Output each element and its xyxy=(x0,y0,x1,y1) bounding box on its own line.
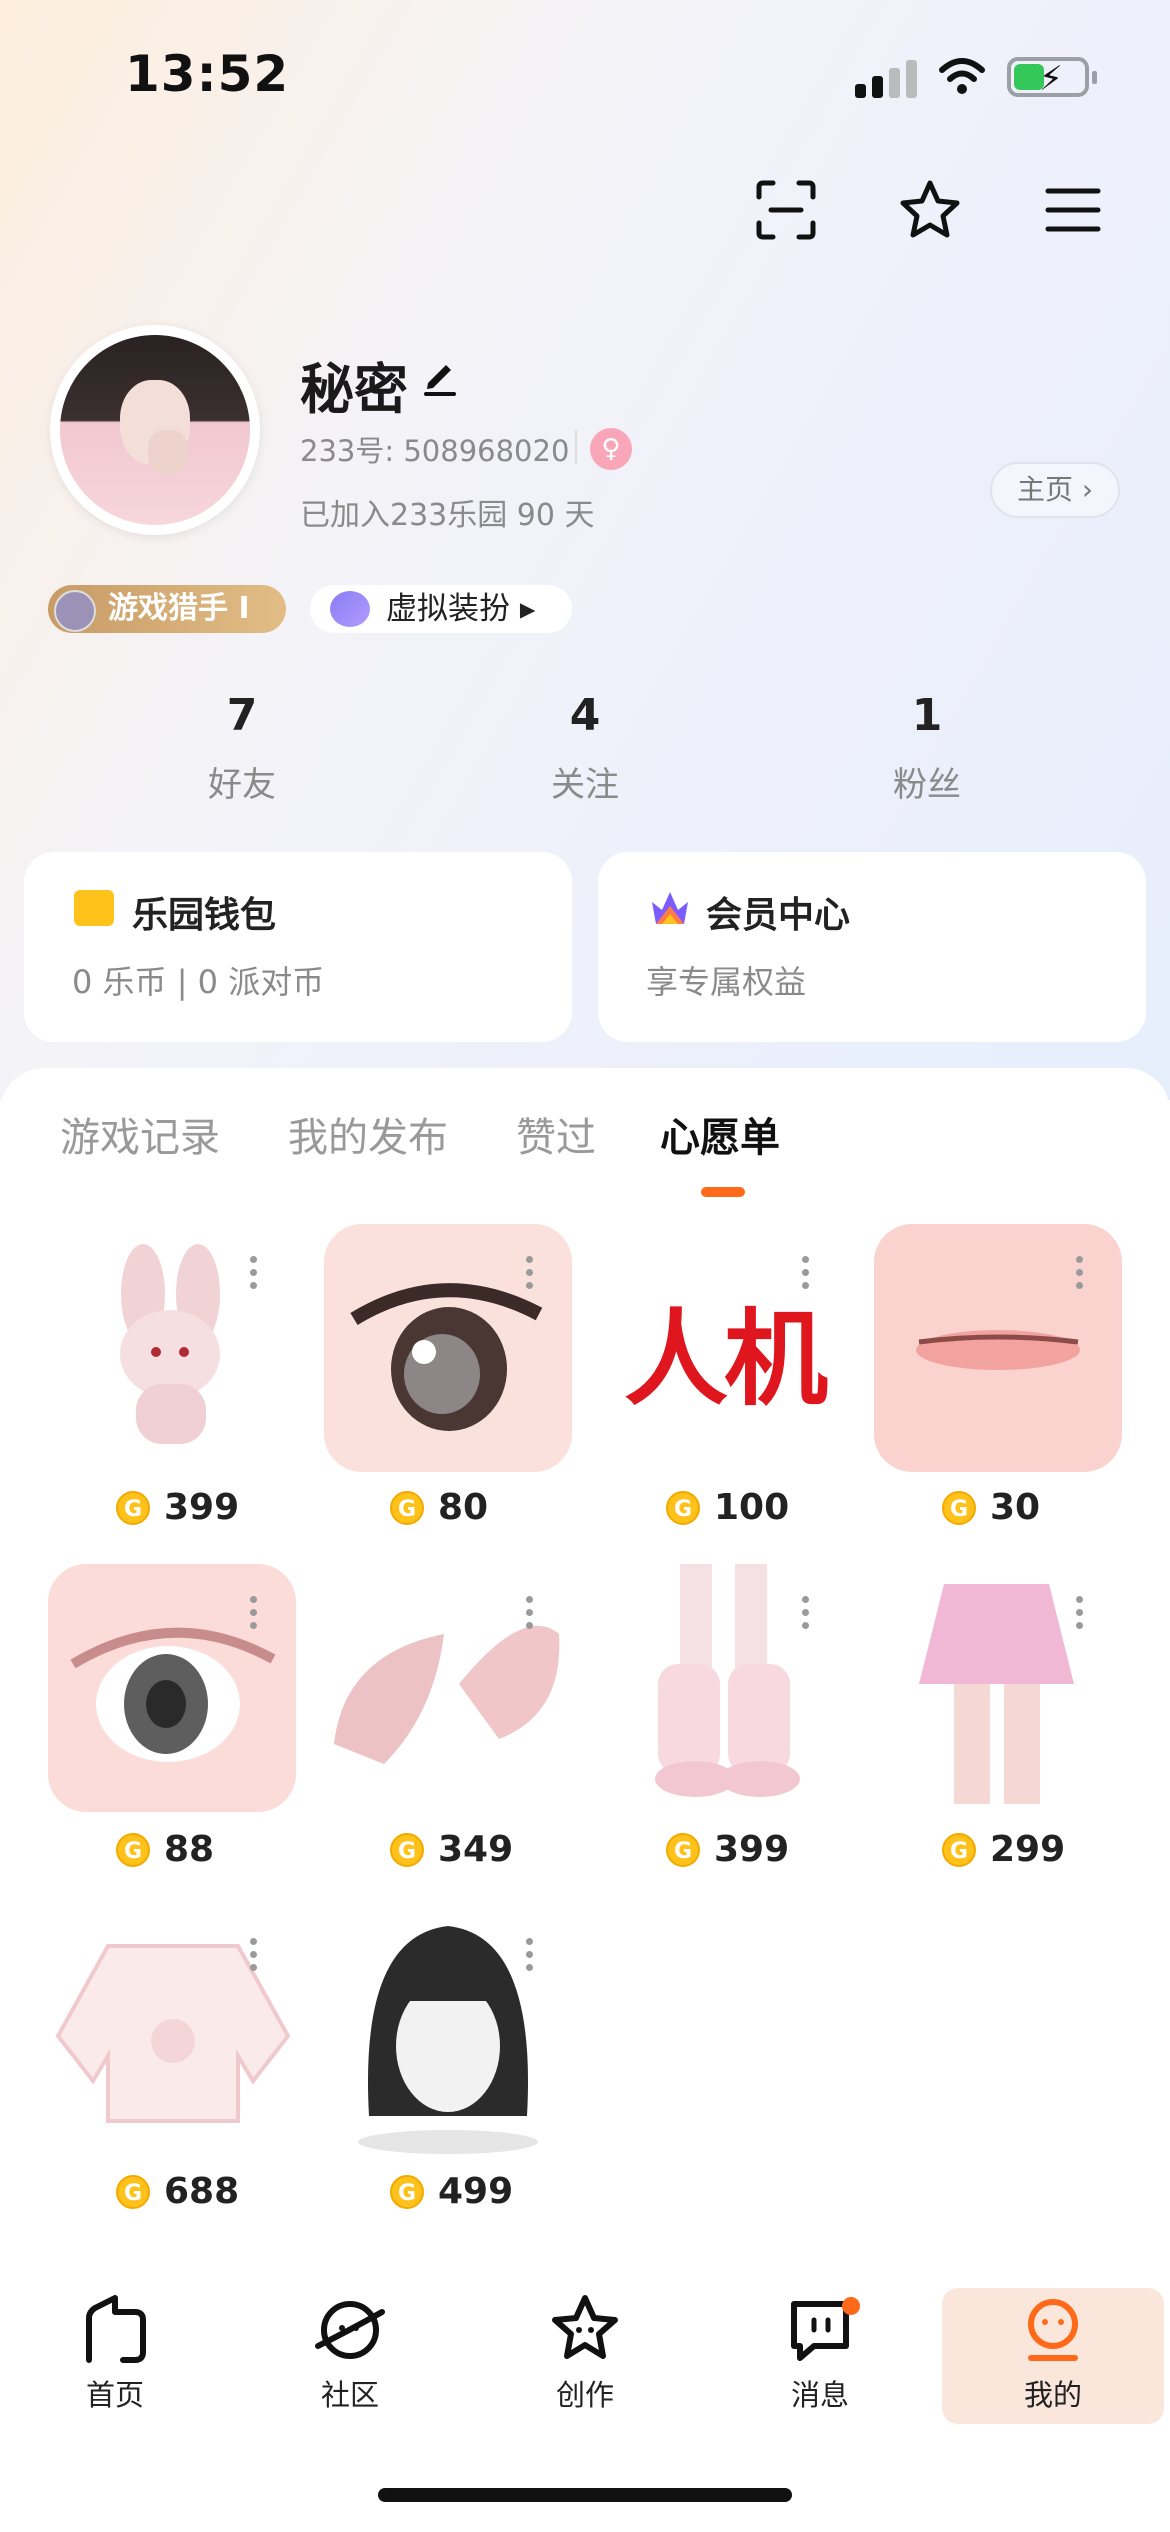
signal-icon xyxy=(855,58,917,98)
edit-name-icon[interactable] xyxy=(420,355,460,397)
item-price: G 399 xyxy=(666,1830,789,1870)
item-price: G 349 xyxy=(390,1830,513,1870)
crown-gem-icon xyxy=(652,892,688,924)
avatar-dressup-label: 虚拟装扮 ▸ xyxy=(386,591,536,627)
uid-divider xyxy=(575,430,577,464)
wishlist-item[interactable] xyxy=(874,1224,1122,1472)
pleated-skirt-image xyxy=(919,1584,1074,1804)
wishlist-item[interactable]: 人机 xyxy=(600,1224,848,1472)
coin-icon: G xyxy=(390,1491,424,1525)
menu-icon[interactable] xyxy=(1038,175,1108,245)
item-price: G 399 xyxy=(116,1488,239,1528)
item-price: G 80 xyxy=(390,1488,488,1528)
anime-eye-image xyxy=(350,1283,543,1431)
coin-icon: G xyxy=(116,1491,150,1525)
nav-messages-label: 消息 xyxy=(790,2378,849,2412)
following-count[interactable]: 4 xyxy=(485,690,685,741)
star-collection-icon[interactable] xyxy=(895,175,965,245)
unread-dot xyxy=(842,2297,860,2315)
tab-wishlist[interactable]: 心愿单 xyxy=(660,1105,780,1163)
wifi-icon xyxy=(939,58,985,94)
coin-icon: G xyxy=(390,1833,424,1867)
nav-home-label: 首页 xyxy=(85,2378,144,2412)
nav-messages[interactable]: 消息 xyxy=(720,2290,920,2414)
home-indicator[interactable] xyxy=(378,2488,792,2502)
wishlist-item[interactable] xyxy=(600,1564,848,1812)
friends-label[interactable]: 好友 xyxy=(142,757,342,806)
friends-count[interactable]: 7 xyxy=(142,690,342,741)
wishlist-item[interactable] xyxy=(874,1564,1122,1812)
me-icon xyxy=(1028,2299,1078,2361)
wishlist-item[interactable] xyxy=(324,1564,572,1812)
wallet-card[interactable]: 乐园钱包 0 乐币 | 0 派对币 xyxy=(24,852,572,1042)
wallet-balance: 0 乐币 | 0 派对币 xyxy=(72,963,325,1001)
wishlist-item[interactable] xyxy=(324,1906,572,2154)
tab-game-history[interactable]: 游戏记录 xyxy=(60,1105,220,1163)
title-badge[interactable]: 游戏猎手 I xyxy=(48,585,286,633)
planet-icon xyxy=(315,2301,385,2359)
homepage-button[interactable]: 主页 › xyxy=(990,462,1120,518)
item-price: G 88 xyxy=(116,1830,214,1870)
avatar-dressup-button[interactable]: 虚拟装扮 ▸ xyxy=(310,585,572,633)
coin-icon: G xyxy=(666,1491,700,1525)
item-price: G 499 xyxy=(390,2172,513,2212)
wishlist-item[interactable] xyxy=(324,1224,572,1472)
nav-create[interactable]: 创作 xyxy=(485,2290,685,2414)
home-icon xyxy=(86,2295,146,2363)
tab-liked[interactable]: 赞过 xyxy=(516,1105,596,1163)
wishlist-item[interactable] xyxy=(48,1906,296,2154)
nav-home[interactable]: 首页 xyxy=(15,2290,215,2414)
cat-face-icon xyxy=(330,591,370,627)
vip-card[interactable]: 会员中心 享专属权益 xyxy=(598,852,1146,1042)
wallet-icon xyxy=(74,890,114,926)
following-label[interactable]: 关注 xyxy=(485,757,685,806)
fans-count[interactable]: 1 xyxy=(827,690,1027,741)
coin-icon: G xyxy=(116,1833,150,1867)
nav-community-label: 社区 xyxy=(320,2378,379,2412)
item-price: G 299 xyxy=(942,1830,1065,1870)
tab-my-posts[interactable]: 我的发布 xyxy=(288,1105,448,1163)
title-badge-label: 游戏猎手 I xyxy=(108,591,250,626)
item-price: G 30 xyxy=(942,1488,1040,1528)
wishlist-item[interactable] xyxy=(48,1224,296,1472)
coin-icon: G xyxy=(116,2175,150,2209)
item-price: G 688 xyxy=(116,2172,239,2212)
avatar[interactable] xyxy=(50,325,260,535)
bunny-plush-image xyxy=(120,1244,220,1444)
vip-title: 会员中心 xyxy=(706,895,851,936)
cat-ears-image xyxy=(334,1625,560,1764)
coin-icon: G xyxy=(666,1833,700,1867)
tab-active-indicator xyxy=(701,1187,745,1197)
lips-image xyxy=(916,1330,1080,1370)
black-hair-image xyxy=(358,1926,538,2154)
username: 秘密 xyxy=(300,358,408,421)
nav-me-label: 我的 xyxy=(1023,2378,1082,2412)
coin-icon: G xyxy=(390,2175,424,2209)
coin-icon: G xyxy=(942,1491,976,1525)
gender-female-icon: ♀ xyxy=(590,428,632,470)
create-star-icon xyxy=(552,2295,618,2359)
bunny-sweater-image xyxy=(55,1944,291,2123)
status-time: 13:52 xyxy=(125,45,290,103)
leg-warmers-image xyxy=(655,1564,800,1797)
vip-subtitle: 享专属权益 xyxy=(646,963,807,1001)
pink-eye-image xyxy=(70,1627,276,1762)
nav-me[interactable]: 我的 xyxy=(953,2290,1153,2414)
wishlist-item[interactable] xyxy=(48,1564,296,1812)
battery-icon: ⚡ xyxy=(1007,57,1097,99)
fans-label[interactable]: 粉丝 xyxy=(827,757,1027,806)
scan-icon[interactable] xyxy=(751,175,821,245)
coin-icon: G xyxy=(942,1833,976,1867)
badge-emblem-icon xyxy=(54,590,96,632)
nav-community[interactable]: 社区 xyxy=(250,2290,450,2414)
item-price: G 100 xyxy=(666,1488,789,1528)
renji-text-image: 人机 xyxy=(623,1297,828,1420)
nav-create-label: 创作 xyxy=(555,2378,614,2412)
join-days: 已加入233乐园 90 天 xyxy=(300,498,595,533)
user-id: 233号: 508968020 xyxy=(300,434,570,468)
wallet-title: 乐园钱包 xyxy=(132,895,277,936)
